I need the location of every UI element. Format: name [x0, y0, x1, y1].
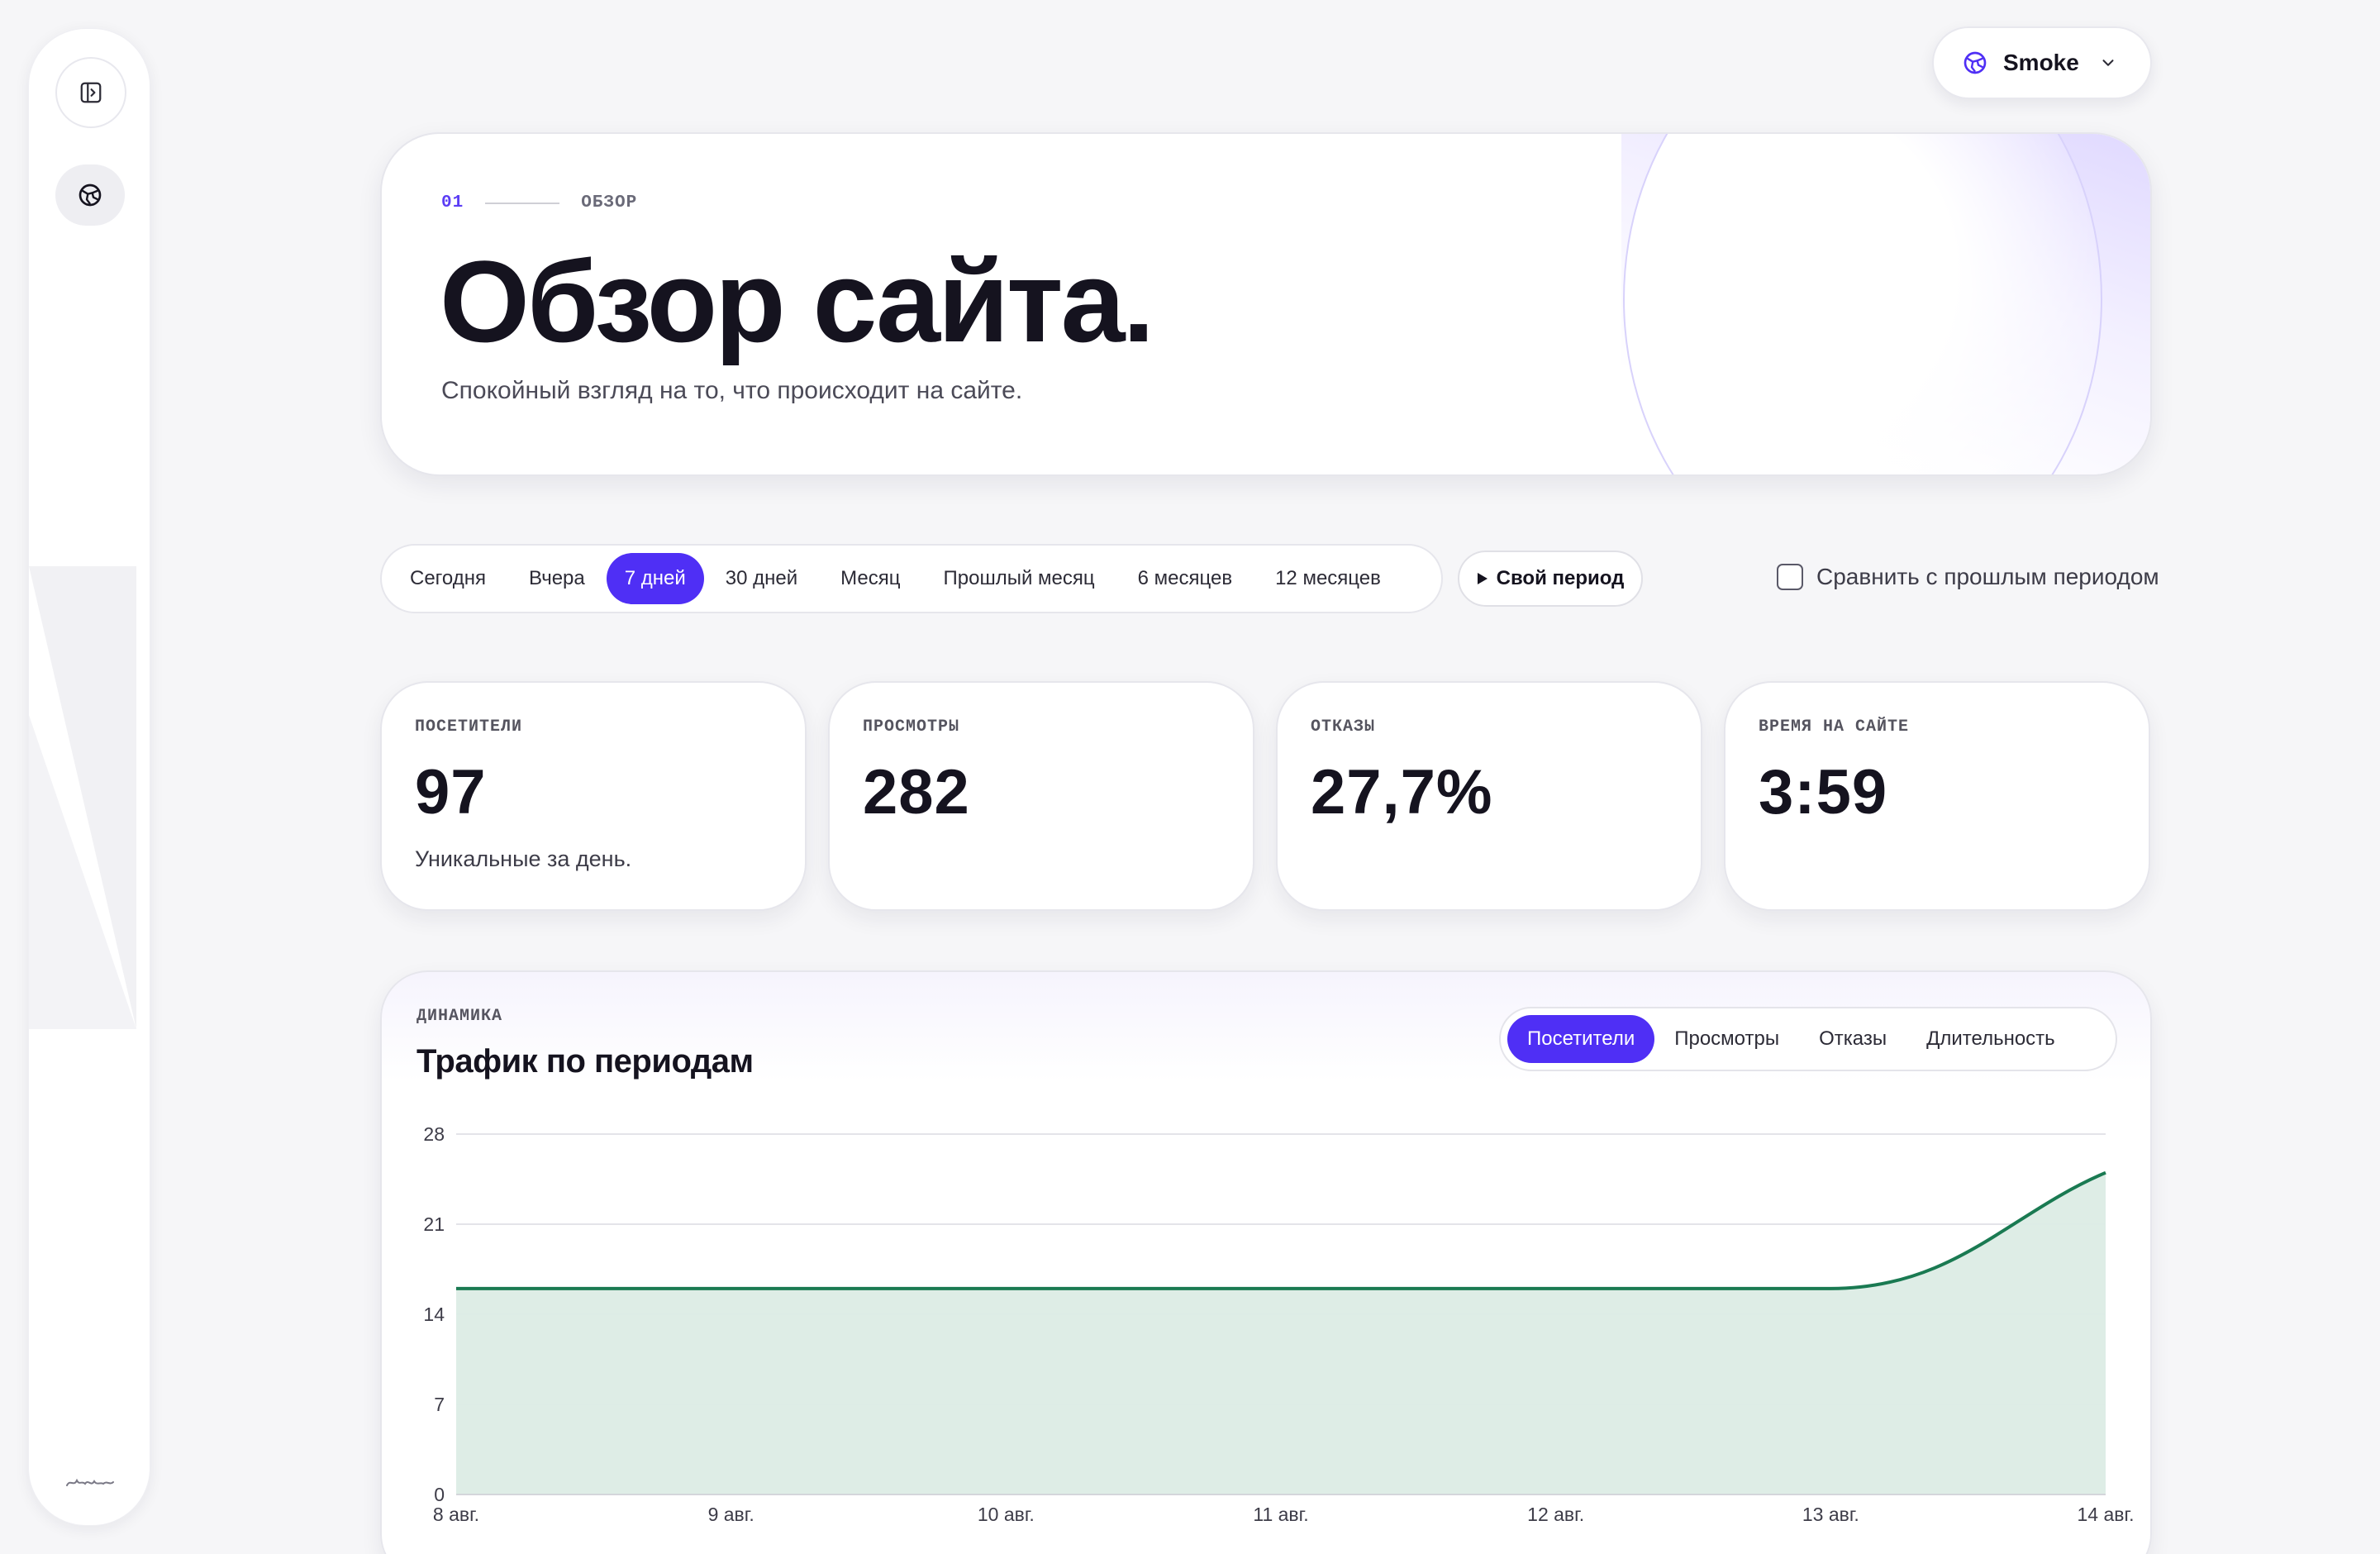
stat-value: 3:59: [1759, 757, 1888, 827]
globe-icon: [79, 184, 102, 207]
section-number: 01: [441, 193, 464, 212]
hero-card: 01 ОБЗОР Обзор сайта. Спокойный взгляд н…: [380, 132, 2152, 476]
stat-label: ПРОСМОТРЫ: [863, 717, 960, 736]
compare-label: Сравнить с прошлым периодом: [1816, 564, 2159, 589]
page-subtitle: Спокойный взгляд на то, что происходит н…: [441, 377, 1023, 404]
period-last-month[interactable]: Прошлый месяц: [922, 553, 1116, 604]
site-selector[interactable]: Smoke: [1932, 26, 2152, 99]
y-tick-label: 7: [434, 1394, 445, 1415]
y-tick-label: 14: [423, 1304, 445, 1325]
signature-logo-icon: [66, 1478, 114, 1486]
stat-card-pageviews: ПРОСМОТРЫ 282: [828, 681, 1254, 911]
section-label: ОБЗОР: [581, 193, 638, 212]
x-tick-label: 9 авг.: [708, 1504, 754, 1525]
y-tick-label: 0: [434, 1484, 445, 1505]
series-area: [456, 1172, 2106, 1494]
site-name: Smoke: [2003, 50, 2079, 75]
custom-period-button[interactable]: Свой период: [1458, 551, 1643, 607]
sidebar-decoration-shape: [29, 566, 150, 1046]
stat-label: ОТКАЗЫ: [1311, 717, 1376, 736]
page-title: Обзор сайта.: [440, 236, 1154, 366]
custom-period-label: Свой период: [1496, 567, 1625, 589]
compare-toggle[interactable]: Сравнить с прошлым периодом: [1777, 564, 2159, 590]
hero-eyebrow: 01 ОБЗОР: [441, 193, 637, 212]
eyebrow-divider: [485, 202, 560, 204]
x-tick-label: 14 авг.: [2078, 1504, 2135, 1525]
period-12-months[interactable]: 12 месяцев: [1254, 553, 1402, 604]
sidebar-panel-icon: [80, 82, 102, 103]
stat-value: 97: [415, 757, 487, 827]
x-tick-label: 8 авг.: [433, 1504, 479, 1525]
x-tick-label: 12 авг.: [1527, 1504, 1584, 1525]
sidebar-toggle-button[interactable]: [55, 57, 126, 128]
stat-card-bounces: ОТКАЗЫ 27,7%: [1276, 681, 1702, 911]
x-tick-label: 10 авг.: [978, 1504, 1035, 1525]
sidebar-site-button[interactable]: [55, 164, 125, 226]
chevron-down-icon: [2102, 60, 2114, 66]
stat-label: ВРЕМЯ НА САЙТЕ: [1759, 717, 1910, 736]
y-tick-label: 21: [423, 1213, 445, 1235]
period-30-days[interactable]: 30 дней: [704, 553, 819, 604]
stat-value: 282: [863, 757, 970, 827]
period-yesterday[interactable]: Вчера: [507, 553, 607, 604]
period-selector: Сегодня Вчера 7 дней 30 дней Месяц Прошл…: [380, 544, 1443, 613]
traffic-chart-card: ДИНАМИКА Трафик по периодам Посетители П…: [380, 970, 2152, 1554]
stat-note: Уникальные за день.: [415, 846, 632, 871]
play-icon: [1477, 573, 1488, 584]
x-tick-label: 11 авг.: [1253, 1504, 1308, 1525]
hero-circle-decoration: [1623, 134, 2102, 474]
stat-value: 27,7%: [1311, 757, 1493, 827]
y-tick-label: 28: [423, 1123, 445, 1145]
compare-checkbox[interactable]: [1777, 564, 1803, 590]
stat-label: ПОСЕТИТЕЛИ: [415, 717, 523, 736]
period-month[interactable]: Месяц: [819, 553, 921, 604]
x-tick-label: 13 авг.: [1802, 1504, 1859, 1525]
period-today[interactable]: Сегодня: [388, 553, 507, 604]
sidebar-decoration: [29, 566, 150, 1046]
stat-card-visitors: ПОСЕТИТЕЛИ 97 Уникальные за день.: [380, 681, 807, 911]
stat-card-time-on-site: ВРЕМЯ НА САЙТЕ 3:59: [1724, 681, 2150, 911]
globe-icon: [1963, 51, 1987, 74]
period-7-days[interactable]: 7 дней: [606, 553, 704, 604]
period-6-months[interactable]: 6 месяцев: [1116, 553, 1254, 604]
sidebar: [28, 28, 150, 1526]
series-line: [456, 1170, 2106, 1290]
traffic-chart: 0 7 14 21 28 8 авг. 9 авг. 10 авг. 11 авг. 12 авг…: [423, 1123, 2135, 1525]
